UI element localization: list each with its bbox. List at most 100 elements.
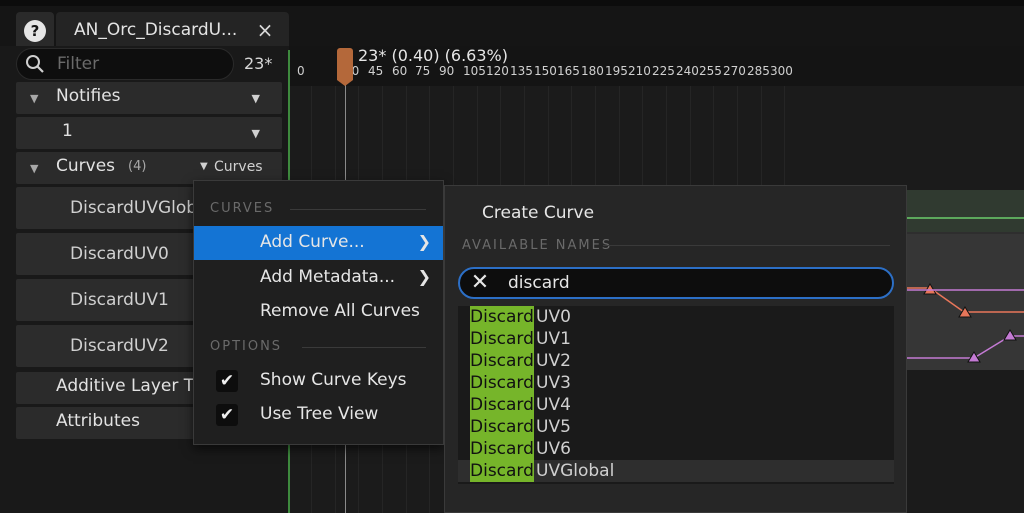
curve-name-search[interactable]: ✕ [458, 267, 894, 299]
remove-all-curves-label: Remove All Curves [260, 301, 420, 321]
tab-title: AN_Orc_DiscardU... [74, 20, 238, 40]
asset-tab[interactable]: AN_Orc_DiscardU... × [56, 12, 289, 50]
submenu-arrow-icon: ❯ [417, 232, 431, 251]
checkbox-checked-icon[interactable]: ✔ [216, 404, 238, 426]
scrubber-handle[interactable] [337, 48, 353, 86]
list-item-label: UV6 [536, 439, 571, 459]
curve-track-band [906, 190, 1024, 232]
notifies-label: Notifies [56, 86, 121, 106]
add-curve-item[interactable]: Add Curve... ❯ [194, 226, 443, 260]
curves-context-menu: CURVES Add Curve... ❯ Add Metadata... ❯ … [193, 180, 444, 445]
create-curve-item[interactable]: Create Curve [482, 203, 594, 223]
list-item[interactable]: Discard UV6 [458, 438, 894, 460]
collapse-arrow-icon[interactable]: ▼ [30, 92, 38, 105]
help-icon: ? [24, 20, 46, 42]
curve-name: DiscardUV1 [70, 290, 169, 310]
checkbox-checked-icon[interactable]: ✔ [216, 370, 238, 392]
curve-name: DiscardUV0 [70, 244, 169, 264]
ruler-tick-label: 180 [581, 64, 604, 78]
remove-all-curves-item[interactable]: Remove All Curves [194, 295, 443, 329]
list-item-label: UV2 [536, 351, 571, 371]
ruler-tick-label: 105 [463, 64, 486, 78]
curve-key-icon [1003, 329, 1017, 341]
ruler-tick-label: 165 [557, 64, 580, 78]
filter-box[interactable] [16, 48, 234, 80]
notifies-track-header[interactable]: ▼ Notifies ▼ [16, 82, 282, 114]
ruler-tick-label: 270 [723, 64, 746, 78]
divider [290, 209, 426, 210]
use-tree-view-item[interactable]: ✔ Use Tree View [194, 398, 443, 432]
list-item-label: UV3 [536, 373, 571, 393]
divider [302, 347, 426, 348]
match-highlight: Discard [470, 438, 534, 460]
curve-key-icon [923, 283, 937, 295]
notify-track-dropdown-icon[interactable]: ▼ [252, 127, 260, 140]
green-curve-line [906, 217, 1024, 219]
add-metadata-item[interactable]: Add Metadata... ❯ [194, 261, 443, 295]
match-highlight: Discard [470, 416, 534, 438]
notify-track-row[interactable]: 1 ▼ [16, 117, 282, 149]
list-item[interactable]: Discard UV1 [458, 328, 894, 350]
match-highlight: Discard [470, 372, 534, 394]
submenu-arrow-icon: ❯ [417, 267, 431, 286]
notifies-dropdown-icon[interactable]: ▼ [252, 92, 260, 105]
ruler-tick-label: 300 [770, 64, 793, 78]
curves-label: Curves [56, 156, 116, 176]
top-strip [0, 0, 1024, 6]
available-names-list: Discard UV0 Discard UV1 Discard UV2 Disc… [458, 306, 894, 484]
list-item-label: UV5 [536, 417, 571, 437]
available-names-header: AVAILABLE NAMES [462, 238, 613, 253]
ruler-tick-label: 195 [605, 64, 628, 78]
ruler-tick-label: 90 [439, 64, 455, 78]
notify-track-label: 1 [62, 121, 73, 141]
match-highlight: Discard [470, 306, 534, 328]
list-item-label: UV0 [536, 307, 571, 327]
list-item[interactable]: Discard UV3 [458, 372, 894, 394]
ruler-tick-label: 45 [368, 64, 384, 78]
clear-search-icon[interactable]: ✕ [468, 270, 492, 296]
divider [603, 245, 890, 246]
curve-name: DiscardUVGlobal [70, 198, 213, 218]
show-curve-keys-label: Show Curve Keys [260, 370, 407, 390]
curve-search-input[interactable] [506, 271, 876, 295]
collapse-arrow-icon[interactable]: ▼ [30, 162, 38, 175]
ruler-tick-label: 120 [486, 64, 509, 78]
curve-keys [906, 283, 1024, 363]
ruler-tick-label: 240 [676, 64, 699, 78]
match-highlight: Discard [470, 350, 534, 372]
help-button[interactable]: ? [16, 12, 54, 50]
list-item[interactable]: Discard UV0 [458, 306, 894, 328]
curves-button[interactable]: Curves [214, 159, 263, 175]
curves-dropdown-icon: ▼ [200, 161, 208, 172]
search-icon [26, 55, 44, 73]
list-item[interactable]: Discard UV4 [458, 394, 894, 416]
add-metadata-label: Add Metadata... [260, 267, 396, 287]
ruler-tick-label: 225 [652, 64, 675, 78]
attributes-label: Attributes [56, 411, 140, 431]
ruler-tick-label: 75 [415, 64, 431, 78]
ruler-tick-label: 210 [628, 64, 651, 78]
list-item-label: UV1 [536, 329, 571, 349]
ruler-tick-label: 135 [510, 64, 533, 78]
curve-key-icon [967, 351, 981, 363]
curve-name: DiscardUV2 [70, 336, 169, 356]
match-highlight: Discard [470, 328, 534, 350]
show-curve-keys-item[interactable]: ✔ Show Curve Keys [194, 364, 443, 398]
filter-input[interactable] [55, 52, 225, 76]
close-icon[interactable]: × [254, 18, 276, 42]
ruler-tick-label: 60 [392, 64, 408, 78]
match-highlight: Discard [470, 460, 534, 482]
match-highlight: Discard [470, 394, 534, 416]
list-item[interactable]: Discard UV2 [458, 350, 894, 372]
list-item[interactable]: Discard UVGlobal [458, 460, 894, 482]
curves-section-header: CURVES [210, 201, 275, 216]
frame-count: 23* [244, 54, 273, 73]
options-section-header: OPTIONS [210, 339, 283, 354]
use-tree-view-label: Use Tree View [260, 404, 379, 424]
add-curve-label: Add Curve... [260, 232, 365, 252]
ruler-tick-label: 255 [699, 64, 722, 78]
scrubber-position-label: 23* (0.40) (6.63%) [358, 46, 508, 65]
list-item-label: UV4 [536, 395, 571, 415]
list-item-label: UVGlobal [536, 461, 615, 481]
list-item[interactable]: Discard UV5 [458, 416, 894, 438]
